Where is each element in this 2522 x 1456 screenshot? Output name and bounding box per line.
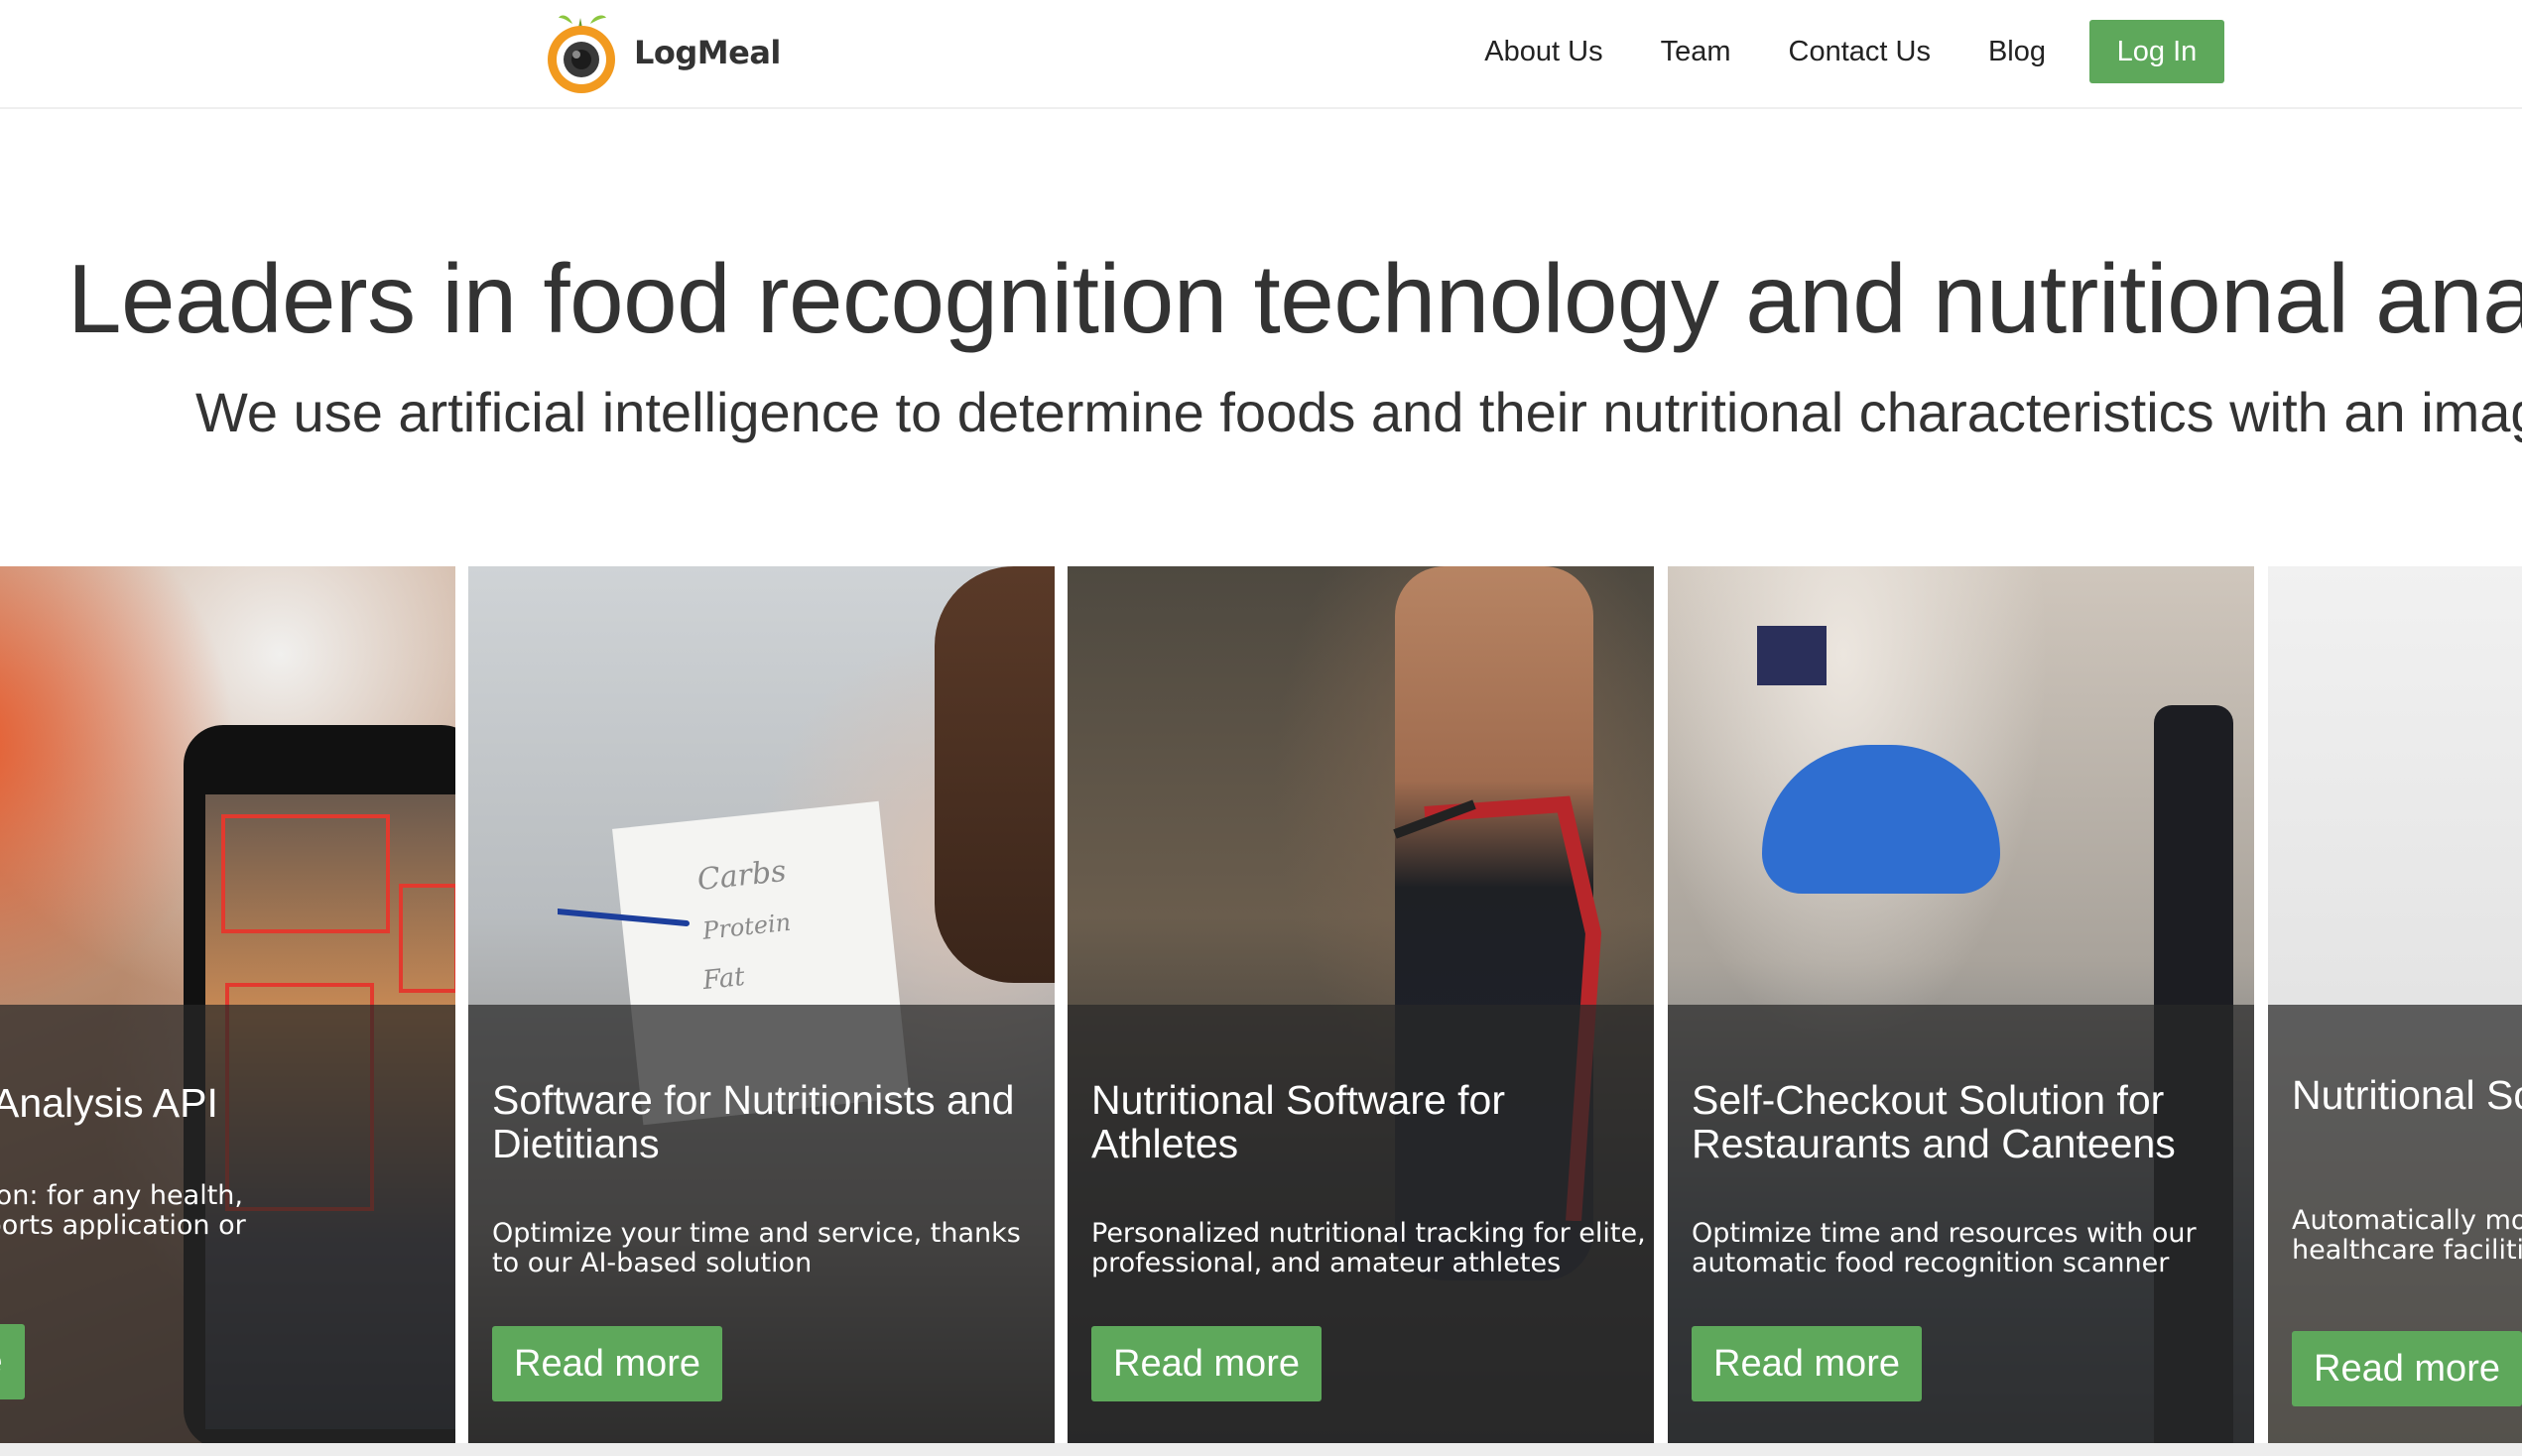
read-more-button[interactable]: Read more	[492, 1326, 722, 1401]
card-nutritionists[interactable]: Carbs Protein Fat Software for Nutrition…	[468, 566, 1055, 1443]
read-more-button[interactable]: more	[0, 1324, 25, 1399]
card-title: Software for Nutritionists and Dietitian…	[492, 1077, 1015, 1166]
chef-cap	[1762, 745, 2000, 894]
card-title: Nutritional So Hospitals	[2292, 1073, 2522, 1117]
card-title: Nutritional Software for Athletes	[1091, 1077, 1506, 1166]
note-carbs: Carbs	[695, 854, 788, 898]
ceiling-display	[1757, 626, 1827, 685]
card-athletes[interactable]: Nutritional Software for Athletes Person…	[1068, 566, 1654, 1443]
detection-box	[399, 884, 455, 993]
nav-team[interactable]: Team	[1661, 36, 1731, 68]
main-nav: About Us Team Contact Us Blog Log In	[1484, 20, 2224, 83]
card-description: Personalized nutritional tracking for el…	[1091, 1218, 1646, 1278]
card-title: Self-Checkout Solution for Restaurants a…	[1692, 1077, 2176, 1166]
pen-icon	[558, 909, 690, 926]
solutions-carousel: rition Analysis API ntification: for any…	[0, 566, 2522, 1443]
detection-box	[221, 814, 390, 933]
nav-about-us[interactable]: About Us	[1484, 36, 1602, 68]
person-hair	[935, 566, 1055, 983]
card-description: ntification: for any health, , and sport…	[0, 1180, 246, 1241]
read-more-button[interactable]: Read more	[2292, 1331, 2522, 1406]
card-nutrition-api[interactable]: rition Analysis API ntification: for any…	[0, 566, 455, 1443]
card-description: Automatically mon patients both insid he…	[2292, 1205, 2522, 1266]
logo-wordmark: LogMeal	[634, 34, 781, 71]
card-description: Optimize your time and service, thanks t…	[492, 1218, 1021, 1278]
logmeal-logo-icon	[548, 15, 615, 93]
card-restaurants[interactable]: Self-Checkout Solution for Restaurants a…	[1668, 566, 2254, 1443]
nav-blog[interactable]: Blog	[1988, 36, 2046, 68]
nav-contact-us[interactable]: Contact Us	[1789, 36, 1931, 68]
card-title: rition Analysis API	[0, 1080, 218, 1126]
site-header: LogMeal About Us Team Contact Us Blog Lo…	[0, 0, 2522, 109]
login-button[interactable]: Log In	[2089, 20, 2224, 83]
logo-link[interactable]: LogMeal	[539, 8, 781, 97]
read-more-button[interactable]: Read more	[1091, 1326, 1322, 1401]
card-description: Optimize time and resources with our aut…	[1692, 1218, 2197, 1278]
card-title-text: Nutritional So Hospitals	[2292, 1072, 2522, 1118]
hero-subtitle: We use artificial intelligence to determ…	[195, 381, 2522, 443]
card-hospitals[interactable]: Nutritional So Hospitals Automatically m…	[2268, 566, 2522, 1443]
page-bottom-divider	[0, 1443, 2522, 1456]
read-more-button[interactable]: Read more	[1692, 1326, 1922, 1401]
note-fat: Fat	[700, 962, 747, 996]
hero-title: Leaders in food recognition technology a…	[67, 244, 2522, 353]
note-protein: Protein	[700, 909, 792, 945]
